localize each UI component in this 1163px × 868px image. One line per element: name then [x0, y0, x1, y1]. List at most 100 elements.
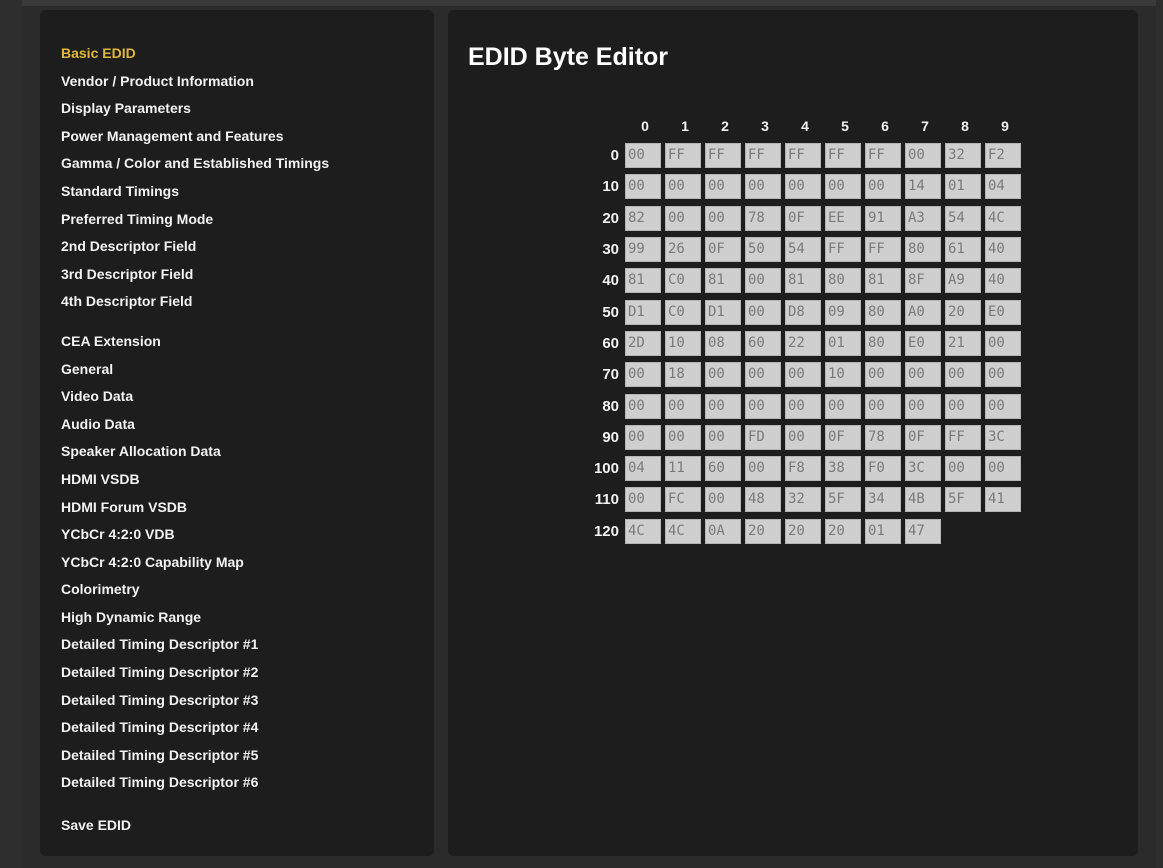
byte-cell[interactable]: 01 [825, 330, 861, 356]
byte-cell[interactable]: 00 [985, 362, 1021, 388]
byte-cell[interactable]: 81 [865, 268, 901, 294]
save-edid-link[interactable]: Save EDID [61, 812, 434, 840]
byte-cell[interactable]: 20 [785, 518, 821, 544]
sidebar-item-basic-edid[interactable]: Basic EDID [61, 40, 434, 68]
byte-cell[interactable]: 00 [985, 393, 1021, 419]
sidebar-item-preferred-timing-mode[interactable]: Preferred Timing Mode [61, 206, 434, 234]
byte-cell[interactable]: D1 [625, 299, 661, 325]
sidebar-item-detailed-timing-descriptor-6[interactable]: Detailed Timing Descriptor #6 [61, 769, 434, 797]
byte-cell[interactable]: 0F [905, 424, 941, 450]
byte-cell[interactable]: F0 [865, 456, 901, 482]
byte-cell[interactable]: 00 [705, 174, 741, 200]
byte-cell[interactable]: 00 [665, 174, 701, 200]
byte-cell[interactable]: 54 [945, 205, 981, 231]
byte-cell[interactable]: 81 [705, 268, 741, 294]
byte-cell[interactable]: 00 [745, 299, 781, 325]
byte-cell[interactable]: 48 [745, 487, 781, 513]
sidebar-item-vendor-product-information[interactable]: Vendor / Product Information [61, 68, 434, 96]
byte-cell[interactable]: 00 [985, 456, 1021, 482]
byte-cell[interactable]: 00 [745, 456, 781, 482]
byte-cell[interactable]: 14 [905, 174, 941, 200]
byte-cell[interactable]: 01 [945, 174, 981, 200]
byte-cell[interactable]: A9 [945, 268, 981, 294]
sidebar-item-detailed-timing-descriptor-4[interactable]: Detailed Timing Descriptor #4 [61, 714, 434, 742]
sidebar-item-general[interactable]: General [61, 356, 434, 384]
sidebar-item-detailed-timing-descriptor-2[interactable]: Detailed Timing Descriptor #2 [61, 659, 434, 687]
byte-cell[interactable]: 01 [865, 518, 901, 544]
byte-cell[interactable]: 00 [745, 174, 781, 200]
byte-cell[interactable]: 00 [705, 205, 741, 231]
byte-cell[interactable]: 00 [905, 362, 941, 388]
byte-cell[interactable]: 0F [825, 424, 861, 450]
sidebar-item-ycbcr-4-2-0-capability-map[interactable]: YCbCr 4:2:0 Capability Map [61, 549, 434, 577]
sidebar-item-4th-descriptor-field[interactable]: 4th Descriptor Field [61, 288, 434, 316]
byte-cell[interactable]: 5F [945, 487, 981, 513]
byte-cell[interactable]: 00 [625, 393, 661, 419]
byte-cell[interactable]: FF [745, 143, 781, 169]
byte-cell[interactable]: 00 [785, 393, 821, 419]
byte-cell[interactable]: 00 [785, 424, 821, 450]
byte-cell[interactable]: 80 [865, 299, 901, 325]
byte-cell[interactable]: 20 [945, 299, 981, 325]
byte-cell[interactable]: 4C [625, 518, 661, 544]
byte-cell[interactable]: 0A [705, 518, 741, 544]
byte-cell[interactable]: 00 [705, 487, 741, 513]
byte-cell[interactable]: 2D [625, 330, 661, 356]
sidebar-item-detailed-timing-descriptor-3[interactable]: Detailed Timing Descriptor #3 [61, 687, 434, 715]
byte-cell[interactable]: 00 [665, 393, 701, 419]
byte-cell[interactable]: F8 [785, 456, 821, 482]
byte-cell[interactable]: 81 [785, 268, 821, 294]
byte-cell[interactable]: FC [665, 487, 701, 513]
byte-cell[interactable]: FD [745, 424, 781, 450]
sidebar-item-gamma-color-and-established-timings[interactable]: Gamma / Color and Established Timings [61, 150, 434, 178]
byte-cell[interactable]: FF [825, 237, 861, 263]
byte-cell[interactable]: F2 [985, 143, 1021, 169]
byte-cell[interactable]: 26 [665, 237, 701, 263]
byte-cell[interactable]: 00 [825, 174, 861, 200]
sidebar-item-standard-timings[interactable]: Standard Timings [61, 178, 434, 206]
byte-cell[interactable]: 00 [665, 424, 701, 450]
byte-cell[interactable]: FF [705, 143, 741, 169]
sidebar-item-power-management-and-features[interactable]: Power Management and Features [61, 123, 434, 151]
byte-cell[interactable]: 54 [785, 237, 821, 263]
byte-cell[interactable]: 00 [825, 393, 861, 419]
byte-cell[interactable]: 00 [945, 456, 981, 482]
byte-cell[interactable]: 0F [785, 205, 821, 231]
byte-cell[interactable]: 40 [985, 268, 1021, 294]
byte-cell[interactable]: 80 [825, 268, 861, 294]
byte-cell[interactable]: 04 [625, 456, 661, 482]
byte-cell[interactable]: E0 [905, 330, 941, 356]
byte-cell[interactable]: 38 [825, 456, 861, 482]
byte-cell[interactable]: 00 [745, 362, 781, 388]
byte-cell[interactable]: 4C [665, 518, 701, 544]
byte-cell[interactable]: 78 [745, 205, 781, 231]
byte-cell[interactable]: 10 [665, 330, 701, 356]
byte-cell[interactable]: 21 [945, 330, 981, 356]
byte-cell[interactable]: 08 [705, 330, 741, 356]
byte-cell[interactable]: 3C [905, 456, 941, 482]
byte-cell[interactable]: 78 [865, 424, 901, 450]
sidebar-item-cea-extension[interactable]: CEA Extension [61, 328, 434, 356]
byte-cell[interactable]: C0 [665, 268, 701, 294]
sidebar-item-hdmi-vsdb[interactable]: HDMI VSDB [61, 466, 434, 494]
byte-cell[interactable]: 82 [625, 205, 661, 231]
sidebar-item-speaker-allocation-data[interactable]: Speaker Allocation Data [61, 438, 434, 466]
byte-cell[interactable]: 00 [785, 362, 821, 388]
byte-cell[interactable]: 40 [985, 237, 1021, 263]
byte-cell[interactable]: FF [665, 143, 701, 169]
byte-cell[interactable]: 41 [985, 487, 1021, 513]
sidebar-item-ycbcr-4-2-0-vdb[interactable]: YCbCr 4:2:0 VDB [61, 521, 434, 549]
byte-cell[interactable]: 50 [745, 237, 781, 263]
byte-cell[interactable]: 80 [905, 237, 941, 263]
byte-cell[interactable]: 00 [745, 268, 781, 294]
sidebar-item-detailed-timing-descriptor-1[interactable]: Detailed Timing Descriptor #1 [61, 631, 434, 659]
byte-cell[interactable]: C0 [665, 299, 701, 325]
byte-cell[interactable]: 20 [825, 518, 861, 544]
byte-cell[interactable]: 81 [625, 268, 661, 294]
byte-cell[interactable]: 80 [865, 330, 901, 356]
byte-cell[interactable]: 00 [865, 362, 901, 388]
byte-cell[interactable]: 60 [705, 456, 741, 482]
byte-cell[interactable]: 00 [705, 393, 741, 419]
byte-cell[interactable]: 00 [785, 174, 821, 200]
byte-cell[interactable]: EE [825, 205, 861, 231]
